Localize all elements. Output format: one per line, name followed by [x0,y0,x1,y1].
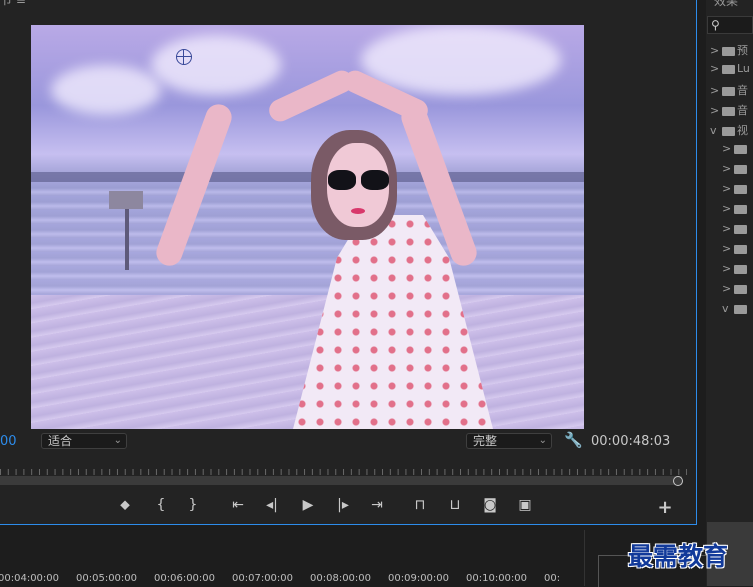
effects-tree-item[interactable]: v视 [710,122,748,140]
effects-tree-label: 视 [737,124,748,137]
chevron-down-icon: ⌄ [113,435,122,446]
timeline-tick-label: 00:06:00:00 [154,573,216,584]
step-back-button[interactable]: ◂| [262,495,282,515]
chevron-down-icon[interactable]: v [710,124,722,137]
timeline-tick-label: 00: [544,573,561,584]
chevron-right-icon[interactable]: > [710,44,722,57]
folder-icon [722,126,735,136]
folder-icon [734,224,747,234]
search-icon: ⚲ [711,18,720,32]
chevron-right-icon[interactable]: > [722,142,734,155]
folder-icon [734,144,747,154]
effects-tree-item[interactable]: > 预 [710,42,748,60]
chevron-right-icon[interactable]: > [722,262,734,275]
mark-in-button[interactable]: { [151,495,171,515]
video-preview[interactable] [31,25,584,429]
folder-icon [722,64,735,74]
go-to-out-button[interactable]: ⇥ [367,495,387,515]
watermark-logo: 最需教育 [628,542,729,571]
effects-tree-label: 预 [737,44,748,57]
folder-icon [734,204,747,214]
effects-tree-item[interactable]: > 音 [710,82,748,100]
play-button[interactable]: ▶ [298,495,318,515]
effects-tree-item[interactable]: v [722,302,749,320]
effects-tree-item[interactable]: > [722,142,749,160]
duration-timecode: 00:00:48:03 [591,434,671,449]
chevron-right-icon[interactable]: > [722,162,734,175]
effects-tree-label: Lu [737,62,750,75]
effects-tree-item[interactable]: > [722,162,749,180]
program-monitor-panel: 节 ≡ 00 适合 ⌄ 完整 ⌄ 🔧 00:00:48:03 ⬥ { } ⇤ ◂… [0,0,697,525]
folder-icon [734,244,747,254]
mark-out-button[interactable]: } [183,495,203,515]
effects-tree-item[interactable]: > 音 [710,102,748,120]
chevron-right-icon[interactable]: > [722,182,734,195]
anchor-crosshair-icon[interactable] [176,49,192,65]
timeline-tick-label: 00:05:00:00 [76,573,138,584]
settings-wrench-icon[interactable]: 🔧 [564,431,583,449]
folder-icon [734,164,747,174]
chevron-down-icon: ⌄ [538,435,547,446]
extract-button[interactable]: ⊔ [445,495,465,515]
effects-tab[interactable]: 效果 [714,0,738,9]
lift-button[interactable]: ⊓ [410,495,430,515]
chevron-right-icon[interactable]: > [710,84,722,97]
effects-tree-item[interactable]: > [722,182,749,200]
effects-tree-label: 音 [737,84,748,97]
step-forward-button[interactable]: |▸ [333,495,353,515]
chevron-right-icon[interactable]: > [710,104,722,117]
effects-tree-item[interactable]: > [722,242,749,260]
panel-title: 节 ≡ [0,0,26,7]
effects-tree-item[interactable]: > [722,282,749,300]
effects-tree-item[interactable]: > [722,262,749,280]
comparison-view-button[interactable]: ▣ [515,495,535,515]
chevron-right-icon[interactable]: > [722,222,734,235]
folder-icon [722,46,735,56]
timeline-tick-label: 00:04:00:00 [0,573,60,584]
timeline-tick-label: 00:07:00:00 [232,573,294,584]
zoom-level-select[interactable]: 适合 ⌄ [41,433,127,449]
go-to-in-button[interactable]: ⇤ [228,495,248,515]
folder-icon [734,184,747,194]
folder-icon [722,106,735,116]
timeline-tick-label: 00:10:00:00 [466,573,528,584]
playback-resolution-select[interactable]: 完整 ⌄ [466,433,552,449]
add-marker-button[interactable]: ⬥ [115,495,135,515]
playhead-timecode[interactable]: 00 [0,434,17,449]
effects-search-input[interactable]: ⚲ [707,16,753,34]
export-frame-button[interactable]: ◙ [480,495,500,515]
chevron-right-icon[interactable]: > [710,62,722,75]
chevron-right-icon[interactable]: > [722,202,734,215]
time-ruler[interactable] [0,461,687,475]
scrub-bar[interactable] [0,476,682,485]
timeline-tick-label: 00:08:00:00 [310,573,372,584]
timeline-tick-label: 00:09:00:00 [388,573,450,584]
chevron-right-icon[interactable]: > [722,242,734,255]
add-button[interactable]: + [655,498,675,518]
chevron-down-icon[interactable]: v [722,302,734,315]
folder-icon [734,264,747,274]
chevron-right-icon[interactable]: > [722,282,734,295]
effects-tree-item[interactable]: > Lu [710,62,750,80]
timeline-divider [584,530,585,586]
folder-icon [722,86,735,96]
folder-icon [734,304,747,314]
effects-tree-item[interactable]: > [722,202,749,220]
zoom-handle[interactable] [673,476,683,486]
folder-icon [734,284,747,294]
effects-tree-label: 音 [737,104,748,117]
effects-tree-item[interactable]: > [722,222,749,240]
